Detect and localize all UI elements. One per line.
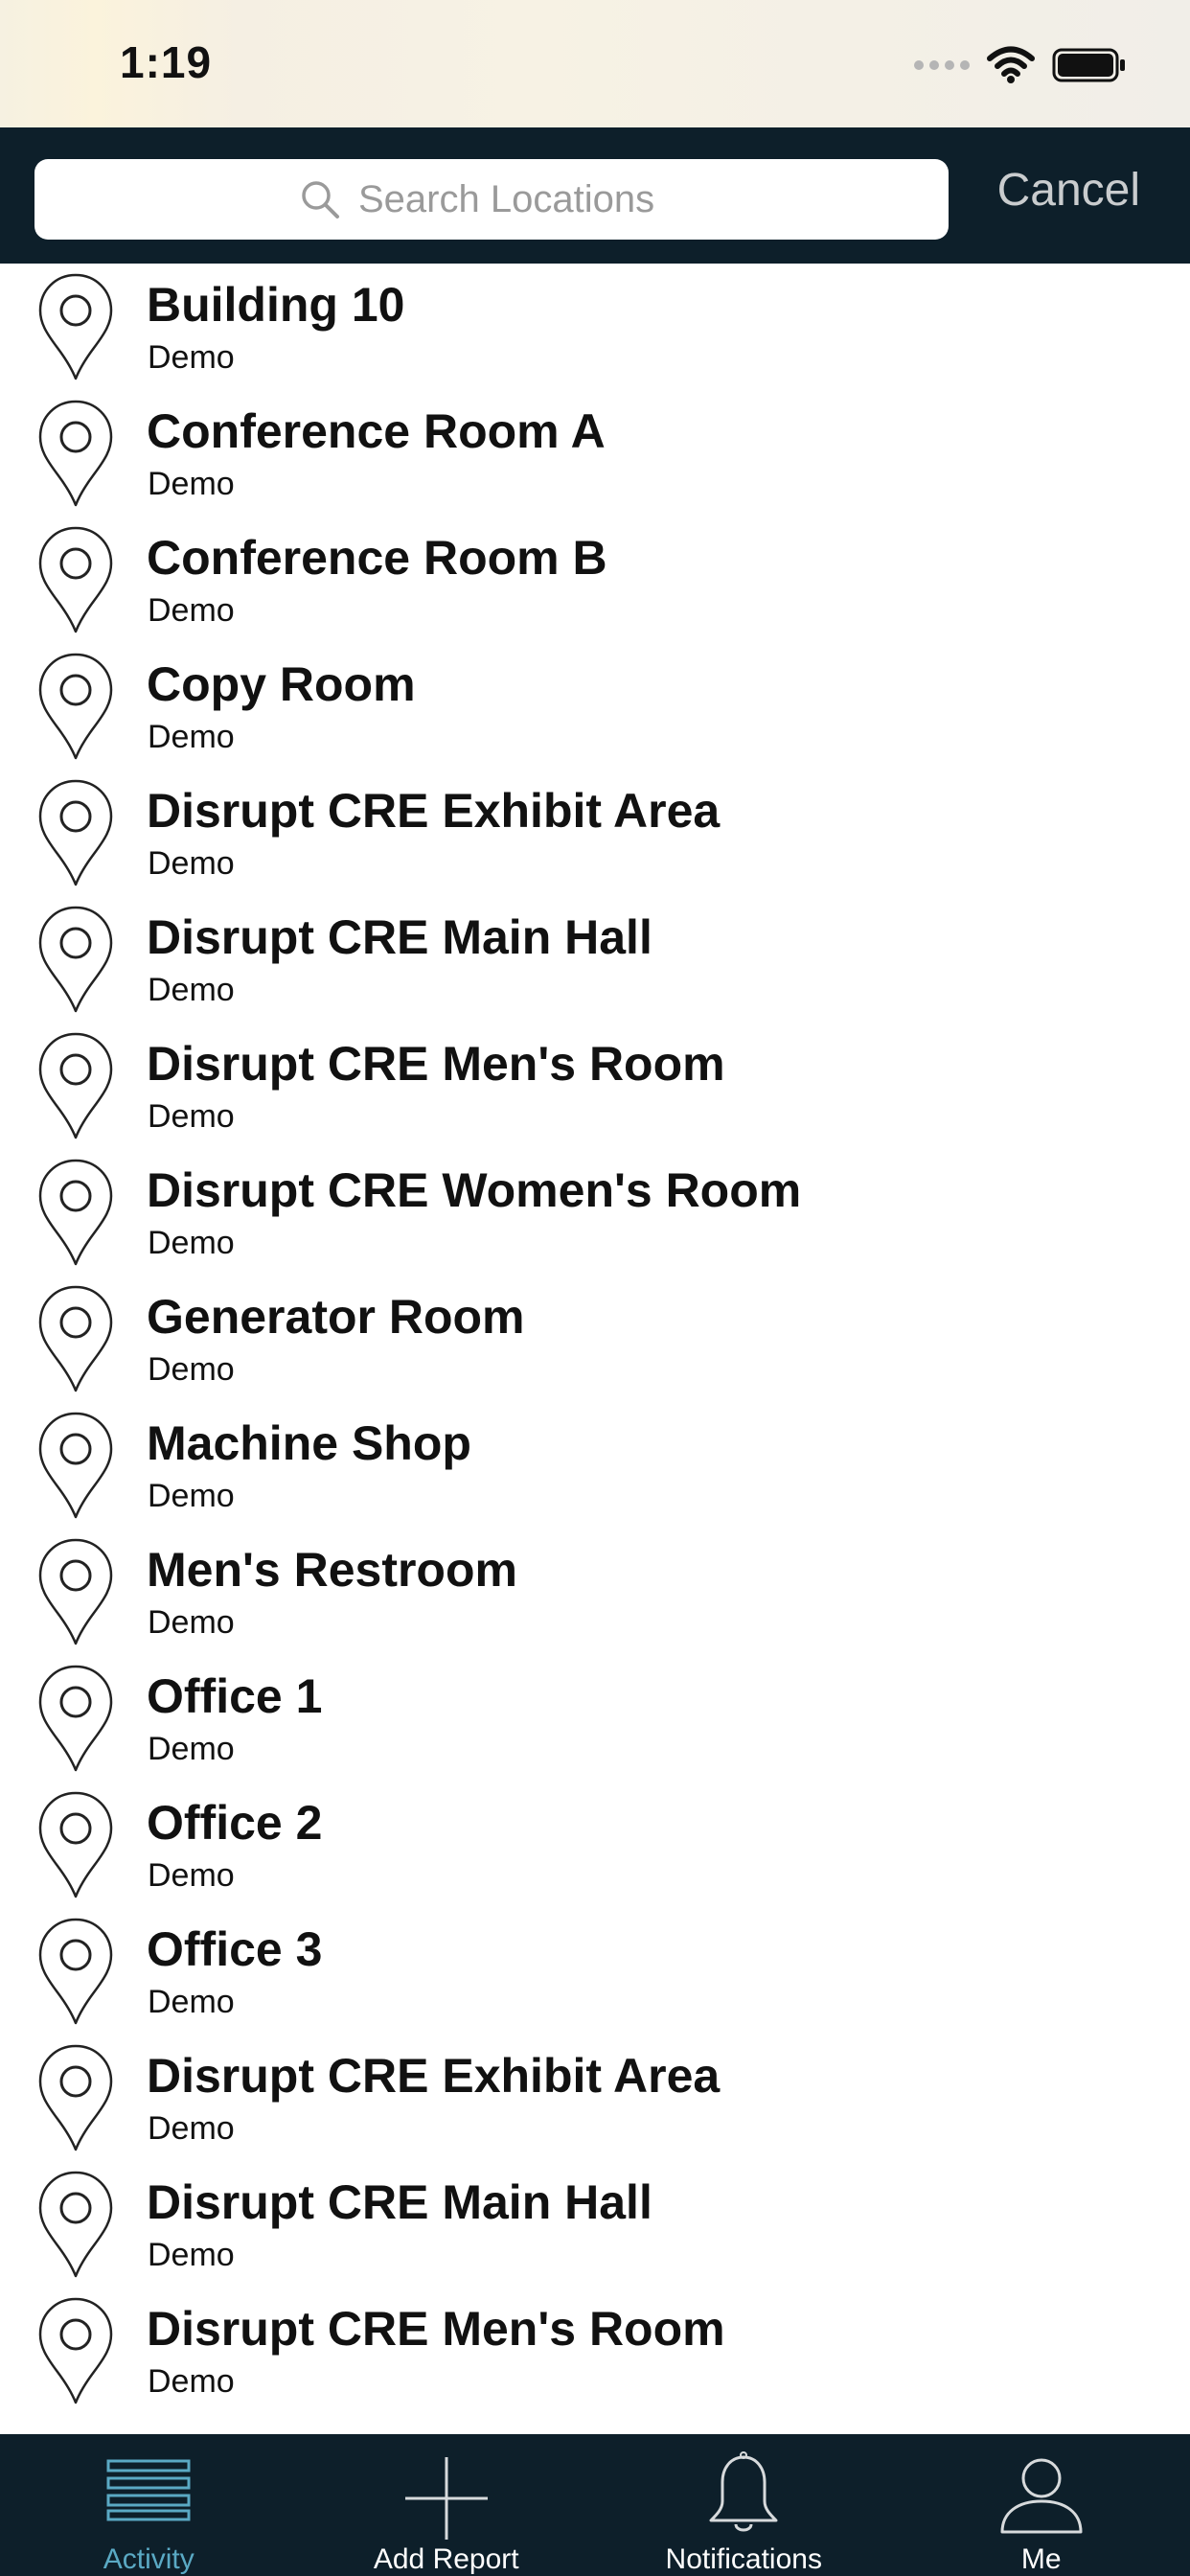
location-list-item[interactable]: Disrupt CRE Men's Room Demo (0, 1023, 1190, 1149)
map-pin-icon (38, 653, 113, 760)
location-name: Copy Room (147, 657, 416, 711)
location-list-item[interactable]: Office 3 Demo (0, 1908, 1190, 2035)
location-list-item[interactable]: Machine Shop Demo (0, 1402, 1190, 1529)
location-group: Demo (148, 1478, 235, 1514)
search-box[interactable] (34, 159, 949, 240)
map-pin-icon (38, 1412, 113, 1519)
location-group: Demo (148, 2237, 235, 2273)
location-group: Demo (148, 1604, 235, 1641)
location-list-item[interactable]: Conference Room B Demo (0, 517, 1190, 643)
map-pin-icon (38, 1032, 113, 1139)
status-time: 1:19 (120, 37, 213, 87)
location-list-item[interactable]: Disrupt CRE Main Hall Demo (0, 896, 1190, 1023)
location-list-item[interactable]: Conference Room A Demo (0, 390, 1190, 517)
location-list-item[interactable]: Disrupt CRE Exhibit Area Demo (0, 2035, 1190, 2161)
tab-add-report[interactable]: Add Report (298, 2434, 596, 2576)
location-name: Men's Restroom (147, 1543, 517, 1597)
search-icon (302, 181, 339, 218)
location-list-item[interactable]: Building 10 Demo (0, 264, 1190, 390)
location-name: Office 2 (147, 1796, 323, 1850)
location-group: Demo (148, 466, 235, 502)
location-list-item[interactable]: Disrupt CRE Men's Room Demo (0, 2288, 1190, 2414)
tab-label: Activity (103, 2543, 195, 2575)
location-group: Demo (148, 1098, 235, 1135)
tab-me[interactable]: Me (893, 2434, 1190, 2576)
location-name: Machine Shop (147, 1416, 471, 1470)
location-group: Demo (148, 1225, 235, 1261)
map-pin-icon (38, 2297, 113, 2404)
search-input[interactable] (358, 177, 684, 221)
location-name: Disrupt CRE Women's Room (147, 1163, 802, 1217)
location-group: Demo (148, 972, 235, 1008)
bell-icon (709, 2451, 778, 2532)
location-list-item[interactable]: Office 1 Demo (0, 1655, 1190, 1782)
location-list-item[interactable]: Men's Restroom Demo (0, 1529, 1190, 1655)
location-group: Demo (148, 2363, 235, 2400)
person-icon (1000, 2458, 1083, 2534)
wifi-icon (987, 46, 1035, 83)
location-group: Demo (148, 1984, 235, 2020)
map-pin-icon (38, 779, 113, 886)
location-group: Demo (148, 1351, 235, 1388)
location-group: Demo (148, 719, 235, 755)
map-pin-icon (38, 1665, 113, 1772)
location-name: Disrupt CRE Exhibit Area (147, 2049, 721, 2103)
location-group: Demo (148, 845, 235, 882)
tab-label: Add Report (373, 2543, 519, 2575)
map-pin-icon (38, 400, 113, 507)
location-list-item[interactable]: Disrupt CRE Women's Room Demo (0, 1149, 1190, 1276)
menu-lines-icon (106, 2459, 191, 2521)
map-pin-icon (38, 1918, 113, 2025)
tab-label: Me (1020, 2543, 1062, 2575)
location-name: Conference Room A (147, 404, 606, 458)
location-name: Office 1 (147, 1669, 323, 1723)
map-pin-icon (38, 1285, 113, 1392)
location-group: Demo (148, 592, 235, 629)
cancel-button[interactable]: Cancel (997, 164, 1140, 217)
tab-bar: Activity Add Report Notifications Me (0, 2434, 1190, 2576)
map-pin-icon (38, 526, 113, 633)
location-group: Demo (148, 2110, 235, 2147)
location-name: Disrupt CRE Main Hall (147, 2175, 652, 2229)
location-group: Demo (148, 1731, 235, 1767)
location-name: Generator Room (147, 1290, 525, 1344)
location-name: Conference Room B (147, 531, 607, 585)
location-group: Demo (148, 339, 235, 376)
location-list[interactable]: Building 10 Demo Conference Room A Demo … (0, 264, 1190, 2434)
location-list-item[interactable]: Disrupt CRE Main Hall Demo (0, 2161, 1190, 2288)
plus-icon (404, 2457, 488, 2540)
map-pin-icon (38, 1791, 113, 1898)
location-name: Disrupt CRE Exhibit Area (147, 784, 721, 838)
map-pin-icon (38, 906, 113, 1013)
location-name: Office 3 (147, 1922, 323, 1976)
location-list-item[interactable]: Disrupt CRE Exhibit Area Demo (0, 770, 1190, 896)
tab-activity[interactable]: Activity (0, 2434, 298, 2576)
map-pin-icon (38, 2171, 113, 2278)
battery-icon (1052, 48, 1125, 82)
cellular-signal-icon (914, 60, 970, 70)
map-pin-icon (38, 273, 113, 380)
location-list-item[interactable]: Office 2 Demo (0, 1782, 1190, 1908)
status-bar: 1:19 (0, 0, 1190, 127)
location-name: Disrupt CRE Men's Room (147, 2302, 725, 2356)
map-pin-icon (38, 1159, 113, 1266)
location-name: Building 10 (147, 278, 405, 332)
map-pin-icon (38, 1538, 113, 1645)
search-header: Cancel (0, 127, 1190, 264)
location-list-item[interactable]: Copy Room Demo (0, 643, 1190, 770)
tab-notifications[interactable]: Notifications (595, 2434, 893, 2576)
location-group: Demo (148, 1857, 235, 1894)
location-list-item[interactable]: Generator Room Demo (0, 1276, 1190, 1402)
location-name: Disrupt CRE Men's Room (147, 1037, 725, 1091)
location-name: Disrupt CRE Main Hall (147, 910, 652, 964)
tab-label: Notifications (665, 2543, 822, 2575)
map-pin-icon (38, 2044, 113, 2151)
status-indicators (914, 42, 1127, 88)
